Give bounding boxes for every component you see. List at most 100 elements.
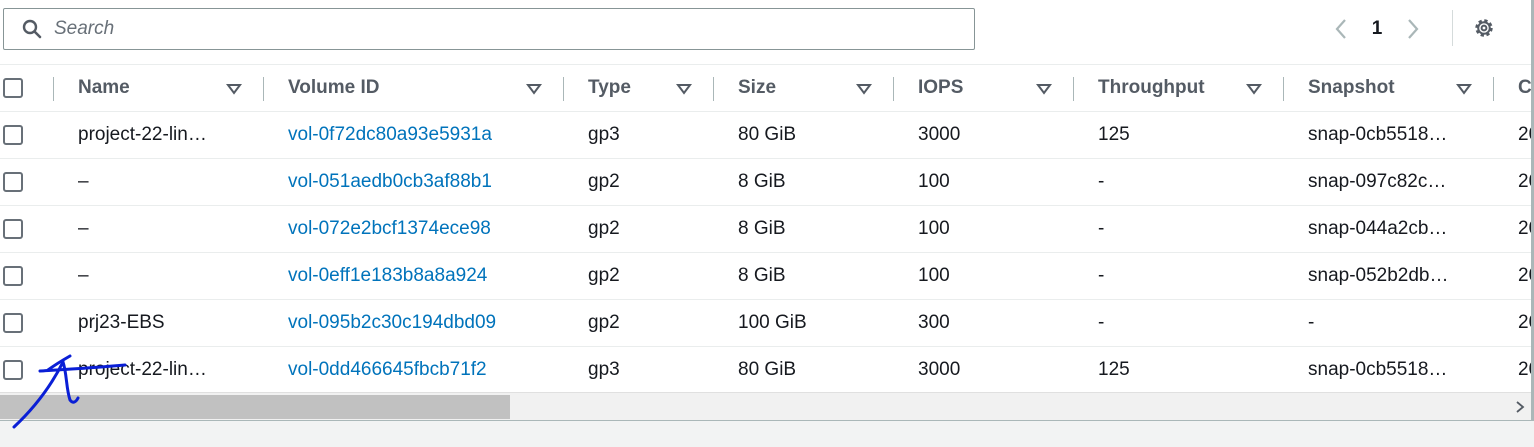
cell-iops: 100 <box>918 218 950 239</box>
cell-throughput: 125 <box>1098 359 1130 380</box>
column-divider[interactable] <box>893 77 894 101</box>
cell-throughput: - <box>1098 265 1105 286</box>
cell-type: gp3 <box>588 124 620 145</box>
cell-volume-id-link[interactable]: vol-051aedb0cb3af88b1 <box>288 159 492 205</box>
column-header-volume-id[interactable]: Volume ID <box>288 65 380 111</box>
cell-iops: 3000 <box>918 359 961 380</box>
cell-snapshot: - <box>1308 312 1315 333</box>
horizontal-scrollbar[interactable] <box>0 392 1534 420</box>
cell-snapshot: snap-097c82c… <box>1308 171 1447 192</box>
cell-size: 100 GiB <box>738 312 807 333</box>
cell-volume-id-link[interactable]: vol-0eff1e183b8a8a924 <box>288 253 487 299</box>
row-checkbox[interactable] <box>3 313 23 333</box>
cell-iops: 100 <box>918 171 950 192</box>
current-page[interactable]: 1 <box>1352 18 1402 40</box>
gear-icon[interactable] <box>1471 15 1497 41</box>
column-divider[interactable] <box>1493 77 1494 101</box>
cell-size: 8 GiB <box>738 218 786 239</box>
cell-volume-id-link[interactable]: vol-072e2bcf1374ece98 <box>288 206 491 252</box>
search-input[interactable] <box>54 18 934 40</box>
row-checkbox[interactable] <box>3 360 23 380</box>
cell-name: – <box>78 171 89 192</box>
volumes-table: Name Volume ID Type Size IOPS Throughput… <box>0 64 1534 392</box>
row-select-cell <box>3 253 23 299</box>
cell-volume-id-link[interactable]: vol-0dd466645fbcb71f2 <box>288 347 487 392</box>
cell-name: – <box>78 265 89 286</box>
caret-down-icon[interactable] <box>226 81 242 97</box>
caret-down-icon[interactable] <box>1036 81 1052 97</box>
cell-type: gp3 <box>588 359 620 380</box>
table-row[interactable]: – vol-051aedb0cb3af88b1 gp2 8 GiB 100 - … <box>0 159 1534 206</box>
table-header-row: Name Volume ID Type Size IOPS Throughput… <box>0 64 1534 112</box>
scrollbar-thumb[interactable] <box>0 395 510 419</box>
row-select-cell <box>3 206 23 252</box>
toolbar-divider <box>1452 10 1453 46</box>
cell-type: gp2 <box>588 218 620 239</box>
cell-snapshot: snap-0cb5518… <box>1308 124 1448 145</box>
column-header-size[interactable]: Size <box>738 65 776 111</box>
row-checkbox[interactable] <box>3 125 23 145</box>
table-footer <box>0 420 1534 447</box>
column-header-snapshot[interactable]: Snapshot <box>1308 65 1395 111</box>
caret-down-icon[interactable] <box>676 81 692 97</box>
cell-size: 8 GiB <box>738 171 786 192</box>
column-header-created[interactable]: C <box>1518 65 1532 111</box>
caret-down-icon[interactable] <box>526 81 542 97</box>
column-header-type[interactable]: Type <box>588 65 631 111</box>
column-divider[interactable] <box>563 77 564 101</box>
cell-size: 80 GiB <box>738 124 797 145</box>
cell-size: 8 GiB <box>738 265 786 286</box>
column-divider[interactable] <box>263 77 264 101</box>
cell-type: gp2 <box>588 171 620 192</box>
caret-down-icon[interactable] <box>1246 81 1262 97</box>
table-row[interactable]: project-22-lin… vol-0dd466645fbcb71f2 gp… <box>0 347 1534 392</box>
cell-throughput: - <box>1098 218 1105 239</box>
column-divider[interactable] <box>1073 77 1074 101</box>
cell-name: – <box>78 218 89 239</box>
cell-throughput: - <box>1098 312 1105 333</box>
chevron-left-icon[interactable] <box>1330 18 1352 40</box>
select-all-checkbox[interactable] <box>3 78 23 98</box>
cell-snapshot: snap-0cb5518… <box>1308 359 1448 380</box>
search-field[interactable] <box>3 8 975 50</box>
row-checkbox[interactable] <box>3 219 23 239</box>
cell-snapshot: snap-044a2cb… <box>1308 218 1448 239</box>
cell-name: project-22-lin… <box>78 359 207 380</box>
column-header-name[interactable]: Name <box>78 65 130 111</box>
column-divider <box>53 77 54 101</box>
table-toolbar: 1 <box>0 0 1534 62</box>
cell-snapshot: snap-052b2db… <box>1308 265 1449 286</box>
cell-iops: 300 <box>918 312 950 333</box>
caret-down-icon[interactable] <box>856 81 872 97</box>
table-row[interactable]: project-22-lin… vol-0f72dc80a93e5931a gp… <box>0 112 1534 159</box>
column-divider[interactable] <box>1283 77 1284 101</box>
cell-size: 80 GiB <box>738 359 797 380</box>
cell-iops: 3000 <box>918 124 961 145</box>
chevron-right-icon[interactable] <box>1402 18 1424 40</box>
table-row[interactable]: – vol-072e2bcf1374ece98 gp2 8 GiB 100 - … <box>0 206 1534 253</box>
chevron-right-icon[interactable] <box>1512 397 1528 417</box>
cell-type: gp2 <box>588 265 620 286</box>
row-select-cell <box>3 159 23 205</box>
row-select-cell <box>3 112 23 158</box>
cell-throughput: 125 <box>1098 124 1130 145</box>
row-select-cell <box>3 300 23 346</box>
row-checkbox[interactable] <box>3 172 23 192</box>
table-row[interactable]: – vol-0eff1e183b8a8a924 gp2 8 GiB 100 - … <box>0 253 1534 300</box>
cell-volume-id-link[interactable]: vol-0f72dc80a93e5931a <box>288 112 492 158</box>
column-header-iops[interactable]: IOPS <box>918 65 963 111</box>
cell-name: project-22-lin… <box>78 124 207 145</box>
column-divider[interactable] <box>713 77 714 101</box>
cell-type: gp2 <box>588 312 620 333</box>
table-row[interactable]: prj23-EBS vol-095b2c30c194dbd09 gp2 100 … <box>0 300 1534 347</box>
caret-down-icon[interactable] <box>1456 81 1472 97</box>
cell-name: prj23-EBS <box>78 312 165 333</box>
cell-volume-id-link[interactable]: vol-095b2c30c194dbd09 <box>288 300 496 346</box>
pagination: 1 <box>1330 10 1424 48</box>
cell-throughput: - <box>1098 171 1105 192</box>
select-all-cell <box>3 65 23 111</box>
row-checkbox[interactable] <box>3 266 23 286</box>
row-select-cell <box>3 347 23 392</box>
cell-iops: 100 <box>918 265 950 286</box>
column-header-throughput[interactable]: Throughput <box>1098 65 1205 111</box>
